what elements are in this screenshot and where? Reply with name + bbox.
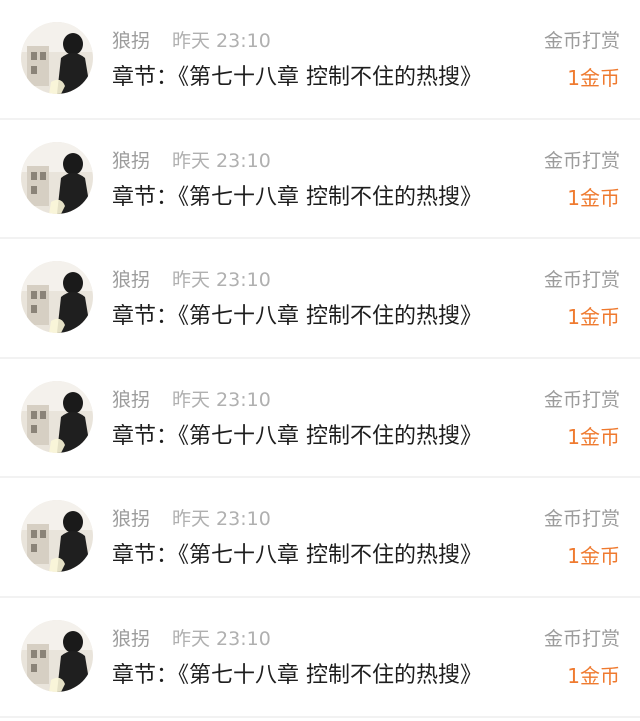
timestamp: 昨天 23:10 [172, 627, 271, 650]
user-avatar[interactable] [21, 380, 93, 453]
username: 狼拐 [112, 388, 151, 411]
reward-amount: 1金币 [567, 66, 620, 90]
timestamp: 昨天 23:10 [172, 30, 271, 52]
timestamp: 昨天 23:10 [172, 388, 271, 411]
reward-amount: 1金币 [567, 544, 620, 569]
chapter-title: 章节：《第七十八章 控制不住的热搜》 [112, 662, 482, 688]
reward-type: 金币打赏 [543, 627, 620, 650]
reward-type: 金币打赏 [543, 508, 620, 531]
chapter-title: 章节：《第七十八章 控制不住的热搜》 [112, 65, 482, 90]
user-avatar[interactable] [21, 619, 93, 692]
reward-type: 金币打赏 [543, 269, 620, 292]
timestamp: 昨天 23:10 [172, 149, 271, 172]
reward-record-row[interactable]: 狼拐 昨天 23:10 金币打赏 章节：《第七十八章 控制不住的热搜》 1金币 [0, 478, 640, 598]
chapter-title: 章节：《第七十八章 控制不住的热搜》 [112, 304, 482, 330]
chapter-title: 章节：《第七十八章 控制不住的热搜》 [112, 543, 482, 569]
user-avatar[interactable] [21, 141, 93, 214]
username: 狼拐 [112, 30, 151, 52]
timestamp: 昨天 23:10 [172, 269, 271, 292]
username: 狼拐 [112, 508, 151, 531]
reward-type: 金币打赏 [543, 30, 620, 52]
reward-amount: 1金币 [567, 305, 620, 330]
chapter-title: 章节：《第七十八章 控制不住的热搜》 [112, 423, 482, 449]
reward-record-row[interactable]: 狼拐 昨天 23:10 金币打赏 章节：《第七十八章 控制不住的热搜》 1金币 [0, 120, 640, 240]
user-avatar[interactable] [21, 22, 93, 94]
reward-record-row[interactable]: 狼拐 昨天 23:10 金币打赏 章节：《第七十八章 控制不住的热搜》 1金币 [0, 359, 640, 479]
reward-record-row[interactable]: 狼拐 昨天 23:10 金币打赏 章节：《第七十八章 控制不住的热搜》 1金币 [0, 239, 640, 359]
chapter-title: 章节：《第七十八章 控制不住的热搜》 [112, 184, 482, 210]
reward-amount: 1金币 [567, 663, 620, 688]
reward-record-row[interactable]: 狼拐 昨天 23:10 金币打赏 章节：《第七十八章 控制不住的热搜》 1金币 [0, 0, 640, 120]
username: 狼拐 [112, 627, 151, 650]
reward-amount: 1金币 [567, 424, 620, 449]
username: 狼拐 [112, 149, 151, 172]
reward-amount: 1金币 [567, 185, 620, 210]
reward-type: 金币打赏 [543, 149, 620, 172]
timestamp: 昨天 23:10 [172, 508, 271, 531]
user-avatar[interactable] [21, 500, 93, 573]
user-avatar[interactable] [21, 261, 93, 334]
reward-type: 金币打赏 [543, 388, 620, 411]
username: 狼拐 [112, 269, 151, 292]
reward-record-list: 狼拐 昨天 23:10 金币打赏 章节：《第七十八章 控制不住的热搜》 1金币 … [0, 0, 640, 718]
reward-record-row[interactable]: 狼拐 昨天 23:10 金币打赏 章节：《第七十八章 控制不住的热搜》 1金币 [0, 598, 640, 718]
